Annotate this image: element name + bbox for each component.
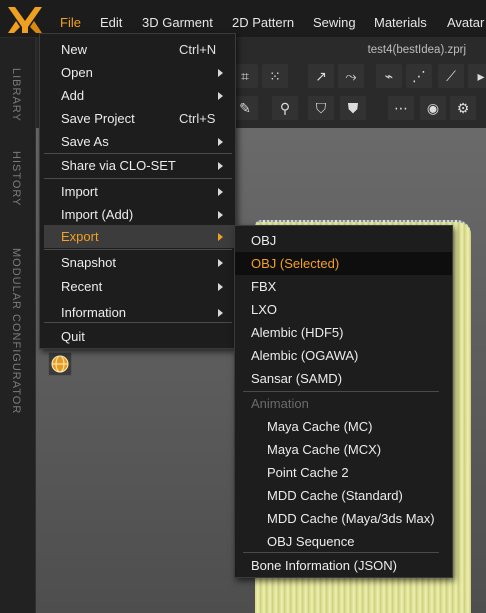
tab-history[interactable]: HISTORY [10,151,22,207]
file-menu-import-add[interactable]: Import (Add) [40,203,235,226]
file-menu-add[interactable]: Add [40,84,235,107]
file-menu-snapshot[interactable]: Snapshot [40,251,235,274]
tool-pin-icon[interactable]: ↗ [308,64,334,88]
tool-select-mesh-icon[interactable]: ⁙ [262,64,288,88]
menu-separator [44,249,232,250]
file-name-label: test4(bestIdea).zprj [367,44,466,56]
export-obj-selected[interactable]: OBJ (Selected) [235,252,452,275]
tool-button-icon[interactable]: ◉ [420,96,446,120]
menu-sewing[interactable]: Sewing [313,0,356,38]
tool-points-icon[interactable]: ⋯ [388,96,414,120]
tool-fold-icon[interactable]: ⤳ [338,64,364,88]
file-menu-import[interactable]: Import [40,180,235,203]
export-bone-information-json[interactable]: Bone Information (JSON) [235,554,452,577]
avatar-sphere-icon[interactable] [48,352,72,376]
tool-line-icon[interactable]: ⟋ [438,64,464,88]
export-maya-cache-mcx[interactable]: Maya Cache (MCX) [235,438,452,461]
tool-jacket-icon[interactable]: ⛊ [340,96,366,120]
export-submenu: OBJ OBJ (Selected) FBX LXO Alembic (HDF5… [234,225,453,578]
file-menu-information[interactable]: Information [40,301,235,324]
tab-library[interactable]: LIBRARY [10,68,22,122]
submenu-arrow-icon [218,283,223,291]
tool-strap-icon[interactable]: ⋰ [406,64,432,88]
marvelous-logo-icon[interactable] [6,5,44,35]
submenu-arrow-icon [218,188,223,196]
export-lxo[interactable]: LXO [235,298,452,321]
menu-separator [44,178,232,179]
submenu-arrow-icon [218,138,223,146]
file-menu-export[interactable]: Export [44,225,236,248]
submenu-arrow-icon [218,69,223,77]
file-menu-new[interactable]: New Ctrl+N [40,38,235,61]
tool-measure-icon[interactable]: ⌁ [376,64,402,88]
tool-shirt-icon[interactable]: ⛉ [308,96,334,120]
left-side-panel: LIBRARY HISTORY MODULAR CONFIGURATOR [0,38,36,613]
export-fbx[interactable]: FBX [235,275,452,298]
tool-hanger-icon[interactable]: ⚲ [272,96,298,120]
tool-settings-icon[interactable]: ⚙ [450,96,476,120]
export-obj-sequence[interactable]: OBJ Sequence [235,530,452,553]
export-mdd-cache-maya-3ds-max[interactable]: MDD Cache (Maya/3ds Max) [235,507,452,530]
export-mdd-cache-standard[interactable]: MDD Cache (Standard) [235,484,452,507]
file-menu-share-via-clo-set[interactable]: Share via CLO-SET [40,154,235,177]
submenu-arrow-icon [218,309,223,317]
menu-separator [44,322,232,323]
submenu-arrow-icon [218,233,223,241]
submenu-arrow-icon [218,92,223,100]
menu-2d-pattern[interactable]: 2D Pattern [232,0,294,38]
submenu-arrow-icon [218,211,223,219]
menu-materials[interactable]: Materials [374,0,427,38]
file-menu-quit[interactable]: Quit [40,325,235,348]
file-menu-dropdown: New Ctrl+N Open Add Save Project Ctrl+S … [39,33,236,349]
export-maya-cache-mc[interactable]: Maya Cache (MC) [235,415,452,438]
tool-extra-icon[interactable]: ▸ [468,64,486,88]
menu-avatar[interactable]: Avatar [447,0,484,38]
submenu-arrow-icon [218,162,223,170]
export-sansar-samd[interactable]: Sansar (SAMD) [235,367,452,390]
submenu-arrow-icon [218,259,223,267]
export-animation-header: Animation [251,396,309,411]
export-alembic-hdf5[interactable]: Alembic (HDF5) [235,321,452,344]
export-alembic-ogawa[interactable]: Alembic (OGAWA) [235,344,452,367]
file-menu-save-as[interactable]: Save As [40,130,235,153]
export-point-cache-2[interactable]: Point Cache 2 [235,461,452,484]
file-menu-save-project[interactable]: Save Project Ctrl+S [40,107,235,130]
tab-modular-configurator[interactable]: MODULAR CONFIGURATOR [10,248,22,414]
menu-separator [243,552,439,553]
file-menu-recent[interactable]: Recent [40,275,235,298]
export-obj[interactable]: OBJ [235,229,452,252]
file-menu-open[interactable]: Open [40,61,235,84]
